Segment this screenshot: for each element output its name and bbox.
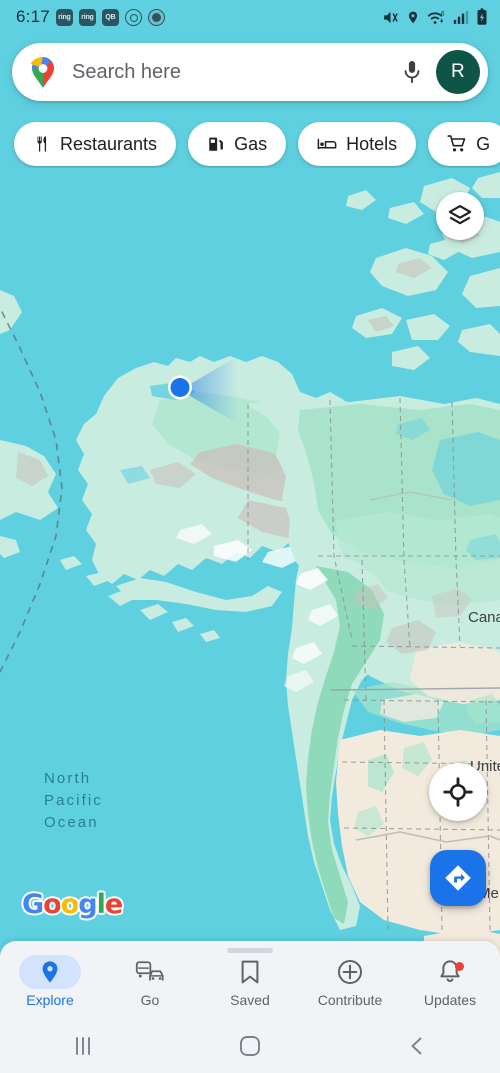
my-location-crosshair-icon xyxy=(443,777,473,807)
ring-app-icon: ring xyxy=(55,8,73,26)
nav-icon-wrap-saved xyxy=(219,955,281,989)
nav-item-updates[interactable]: Updates xyxy=(400,955,500,1009)
nav-label-updates: Updates xyxy=(423,992,477,1008)
chip-groceries[interactable]: G xyxy=(428,122,500,166)
directions-arrow-icon xyxy=(445,865,471,891)
chip-label: Gas xyxy=(234,133,268,154)
saved-bookmark-icon xyxy=(241,960,259,984)
status-bar: 6:17 ring ring QB 6 xyxy=(0,0,500,34)
svg-text:6: 6 xyxy=(441,11,445,17)
nav-label-contribute: Contribute xyxy=(317,992,383,1008)
restaurant-icon xyxy=(37,136,47,152)
status-bar-left: 6:17 ring ring QB xyxy=(16,7,165,27)
user-location-dot[interactable] xyxy=(165,373,195,408)
nav-label-saved: Saved xyxy=(230,992,270,1008)
contribute-plus-icon xyxy=(338,960,362,984)
recents-button[interactable] xyxy=(0,1035,167,1057)
android-navigation-bar[interactable] xyxy=(0,1018,500,1073)
cellular-signal-icon xyxy=(453,10,469,24)
watermark-letter: e xyxy=(104,889,123,920)
nav-item-explore[interactable]: Explore xyxy=(0,955,100,1009)
hotel-bed-icon xyxy=(317,138,337,150)
chip-label: G xyxy=(476,133,491,154)
layers-button[interactable] xyxy=(436,192,484,240)
nav-icon-wrap-go xyxy=(119,955,181,989)
status-bar-right: 6 xyxy=(382,8,488,26)
recents-icon xyxy=(76,1036,91,1055)
status-time: 6:17 xyxy=(16,7,50,26)
pinterest-icon xyxy=(124,8,142,26)
google-maps-pin-logo xyxy=(30,57,54,88)
updates-badge-dot xyxy=(454,961,464,971)
category-chips-row[interactable]: Restaurants Gas Hotels G xyxy=(0,120,500,168)
google-watermark: Google xyxy=(22,889,123,920)
nav-item-go[interactable]: Go xyxy=(100,955,200,1009)
mic-button[interactable] xyxy=(392,52,432,92)
directions-button[interactable] xyxy=(430,850,486,906)
nav-icon-wrap-updates xyxy=(419,955,481,989)
nav-label-go: Go xyxy=(140,992,160,1008)
nav-item-contribute[interactable]: Contribute xyxy=(300,955,400,1009)
chip-label: Hotels xyxy=(346,133,398,154)
nav-icon-wrap-explore xyxy=(19,955,81,989)
watermark-letter: g xyxy=(78,889,97,920)
back-button[interactable] xyxy=(333,1034,500,1058)
keyboard-icon: QB xyxy=(101,8,119,26)
watermark-letter: o xyxy=(60,889,80,920)
search-input[interactable]: Search here xyxy=(72,61,392,84)
nav-label-explore: Explore xyxy=(26,992,74,1008)
chip-hotels[interactable]: Hotels xyxy=(298,122,417,166)
home-button[interactable] xyxy=(167,1034,334,1058)
gas-pump-icon xyxy=(209,137,223,151)
sheet-drag-handle[interactable] xyxy=(227,948,273,953)
watermark-letter: o xyxy=(43,889,62,920)
avatar[interactable]: R xyxy=(436,50,480,94)
explore-pin-icon xyxy=(42,961,58,983)
chip-restaurants[interactable]: Restaurants xyxy=(14,122,177,166)
watermark-letter: l xyxy=(96,889,106,920)
recenter-button[interactable] xyxy=(429,763,487,821)
location-active-icon xyxy=(408,11,418,23)
battery-charging-icon xyxy=(477,8,487,25)
home-icon xyxy=(240,1035,260,1056)
chip-gas[interactable]: Gas xyxy=(188,122,287,166)
watermark-letter: G xyxy=(22,889,44,920)
grocery-cart-icon xyxy=(447,135,466,152)
search-bar[interactable]: Search here R xyxy=(12,43,488,101)
wifi-6-icon: 6 xyxy=(427,11,445,24)
bottom-navigation[interactable]: Explore Go Saved Contribute Updates xyxy=(0,955,500,1017)
go-transit-icon xyxy=(135,961,164,981)
ring-app-icon: ring xyxy=(78,8,96,26)
avatar-notification-icon xyxy=(147,8,165,26)
nav-icon-wrap-contribute xyxy=(319,955,381,989)
microphone-icon xyxy=(404,61,420,84)
chip-label: Restaurants xyxy=(60,133,158,154)
back-icon xyxy=(411,1037,422,1054)
nav-item-saved[interactable]: Saved xyxy=(200,955,300,1009)
layers-icon xyxy=(448,204,472,225)
mute-vibrate-icon xyxy=(384,11,398,23)
